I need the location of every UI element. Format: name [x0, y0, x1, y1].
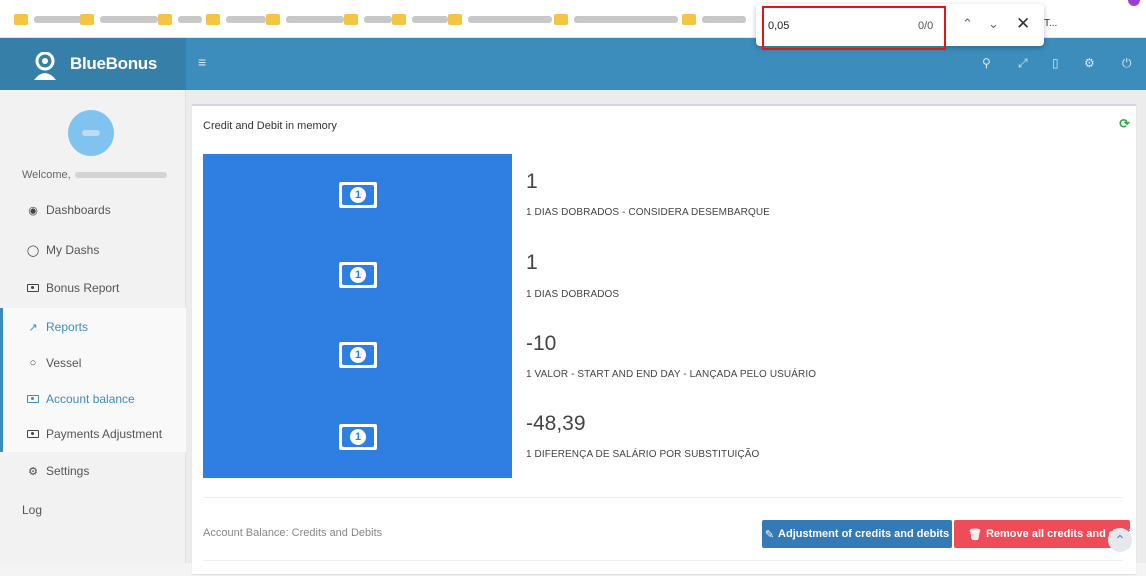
money-panel: 1 1 1 1 [203, 154, 512, 478]
stat-value: 1 [526, 170, 538, 193]
sidebar-item-my-dashs[interactable]: ◯ My Dashs [0, 236, 186, 264]
money-icon: 1 [339, 262, 377, 288]
money-icon [22, 284, 44, 292]
avatar[interactable] [68, 110, 114, 156]
sidebar-item-label: Bonus Report [46, 281, 120, 295]
power-icon[interactable]: ⏻ [1122, 56, 1132, 71]
account-balance-label: Account Balance: Credits and Debits [203, 527, 383, 539]
stat-description: 1 DIFERENÇA DE SALÁRIO POR SUBSTITUIÇÃO [526, 449, 760, 460]
sidebar-item-dashboards[interactable]: ◉ Dashboards [0, 196, 186, 224]
remove-all-button[interactable]: 🗑 Remove all credits and debits [954, 520, 1130, 548]
sidebar-item-label: My Dashs [46, 243, 100, 257]
sidebar-item-settings[interactable]: ⚙ Settings [0, 457, 186, 485]
main-content: Credit and Debit in memory ⟳ 1 1 1 1 1 1… [186, 90, 1146, 574]
window-icon[interactable]: ▯ [1052, 56, 1059, 70]
circle-icon: ○ [29, 357, 37, 369]
find-match-count: 0/0 [918, 20, 934, 32]
stat-value: 1 [526, 251, 538, 274]
sidebar-item-label: Account balance [46, 392, 135, 406]
folder-icon [344, 13, 358, 25]
settings-icon[interactable]: ⚙ [1084, 56, 1095, 70]
adjustment-button-label: Adjustment of credits and debits [778, 528, 950, 540]
sidebar-item-label: Dashboards [46, 203, 111, 217]
search-icon[interactable]: ⚲ [982, 56, 991, 70]
find-next-button[interactable]: ⌄ [988, 16, 999, 32]
box-title: Credit and Debit in memory [203, 120, 337, 132]
money-icon: 1 [339, 424, 377, 450]
scroll-to-top-button[interactable]: ⌃ [1108, 528, 1132, 552]
bookmark-item[interactable] [448, 12, 552, 26]
bookmark-item[interactable] [392, 12, 448, 26]
folder-icon [554, 13, 568, 25]
find-input[interactable]: 0,05 [768, 20, 789, 32]
brand[interactable]: BlueBonus [0, 38, 186, 90]
sidebar-item-label: Settings [46, 464, 90, 478]
folder-icon [448, 13, 462, 25]
stat-description: 1 DIAS DOBRADOS [526, 289, 620, 300]
divider [203, 497, 1123, 498]
logo-icon [34, 52, 56, 80]
bookmark-item[interactable] [266, 12, 344, 26]
find-close-button[interactable]: ✕ [1016, 14, 1030, 34]
sidebar-item-log[interactable]: Log [0, 496, 186, 524]
bookmark-item[interactable] [14, 12, 82, 26]
folder-icon [14, 13, 28, 25]
bookmark-item[interactable] [158, 12, 202, 26]
sidebar-item-label: Reports [46, 320, 89, 334]
expand-icon[interactable]: ⤢ [1018, 56, 1028, 71]
folder-icon [80, 13, 94, 25]
gears-icon: ⚙ [28, 465, 38, 478]
find-bar: 0,05 0/0 ⌃ ⌄ ✕ [756, 4, 1044, 50]
sidebar-item-account-balance[interactable]: Account balance [0, 385, 186, 413]
chart-icon: ↗ [28, 321, 38, 334]
stat-description: 1 VALOR - START AND END DAY - LANÇADA PE… [526, 369, 817, 380]
find-previous-button[interactable]: ⌃ [962, 16, 973, 32]
dashboard-icon: ◉ [28, 204, 38, 217]
welcome-text: Welcome, [22, 169, 167, 181]
bookmark-item[interactable] [682, 12, 746, 26]
edit-icon: ✎ [764, 528, 775, 541]
balance-table [203, 560, 1123, 576]
folder-icon [392, 13, 406, 25]
sidebar-item-bonus-report[interactable]: Bonus Report [0, 274, 186, 302]
sidebar-item-vessel[interactable]: ○ Vessel [0, 349, 186, 377]
bookmark-item[interactable] [80, 12, 158, 26]
bookmark-item[interactable] [344, 12, 392, 26]
sidebar-item-label: Payments Adjustment [46, 427, 163, 441]
profile-icon[interactable] [1128, 0, 1140, 6]
stat-value: -48,39 [526, 412, 586, 435]
folder-icon [266, 13, 280, 25]
money-icon [22, 430, 44, 438]
trash-icon: 🗑 [968, 528, 982, 541]
stat-value: -10 [526, 332, 557, 355]
folder-icon [158, 13, 172, 25]
user-name-blurred [74, 172, 167, 178]
folder-icon [206, 13, 220, 25]
sidebar: Welcome, ◉ Dashboards ◯ My Dashs Bonus R… [0, 90, 186, 563]
menu-toggle-icon[interactable]: ≡ [198, 54, 206, 70]
sidebar-item-reports[interactable]: ↗ Reports [0, 313, 186, 341]
money-icon: 1 [339, 182, 377, 208]
stat-description: 1 DIAS DOBRADOS - CONSIDERA DESEMBARQUE [526, 207, 770, 218]
refresh-icon[interactable]: ⟳ [1119, 116, 1130, 132]
brand-name: BlueBonus [70, 54, 158, 73]
sidebar-item-payments-adjustment[interactable]: Payments Adjustment [0, 420, 186, 448]
credit-debit-box: Credit and Debit in memory ⟳ 1 1 1 1 1 1… [192, 104, 1136, 574]
sidebar-item-label: Vessel [46, 356, 82, 370]
money-icon [22, 395, 44, 403]
money-icon: 1 [339, 342, 377, 368]
bookmark-item[interactable] [206, 12, 266, 26]
bookmark-item[interactable] [554, 12, 678, 26]
folder-icon [682, 13, 696, 25]
sidebar-item-label: Log [22, 503, 43, 517]
user-icon: ◯ [26, 244, 40, 257]
bookmark-tail[interactable]: T... [1044, 18, 1057, 29]
adjustment-button[interactable]: ✎ Adjustment of credits and debits [762, 520, 952, 548]
welcome-label: Welcome, [22, 169, 71, 181]
